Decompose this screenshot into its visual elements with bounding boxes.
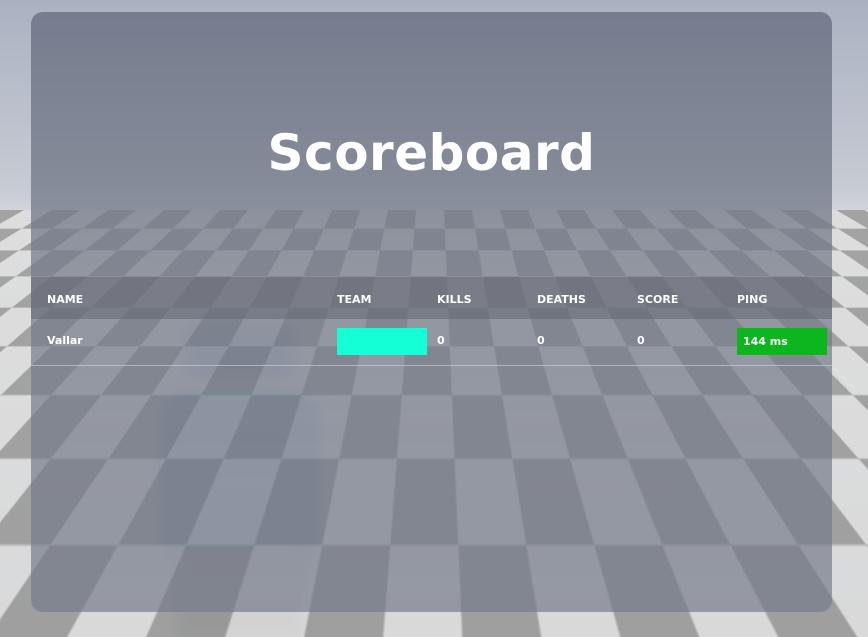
column-header-kills: KILLS bbox=[437, 293, 472, 306]
scoreboard-panel: Scoreboard NAME TEAM KILLS DEATHS SCORE … bbox=[31, 12, 832, 612]
column-header-ping: PING bbox=[737, 293, 768, 306]
ping-badge: 144 ms bbox=[737, 328, 827, 355]
scoreboard-title: Scoreboard bbox=[267, 124, 596, 182]
column-header-deaths: DEATHS bbox=[537, 293, 586, 306]
player-name: Vallar bbox=[47, 334, 83, 347]
player-deaths: 0 bbox=[537, 334, 545, 347]
player-kills: 0 bbox=[437, 334, 445, 347]
game-scene: Scoreboard NAME TEAM KILLS DEATHS SCORE … bbox=[0, 0, 868, 637]
column-header-team: TEAM bbox=[337, 293, 372, 306]
table-header: NAME TEAM KILLS DEATHS SCORE PING bbox=[31, 277, 832, 319]
table-row: Vallar 0 0 0 144 ms bbox=[31, 319, 832, 366]
column-header-score: SCORE bbox=[637, 293, 679, 306]
column-header-name: NAME bbox=[47, 293, 84, 306]
team-color-swatch bbox=[337, 328, 427, 355]
player-score: 0 bbox=[637, 334, 645, 347]
